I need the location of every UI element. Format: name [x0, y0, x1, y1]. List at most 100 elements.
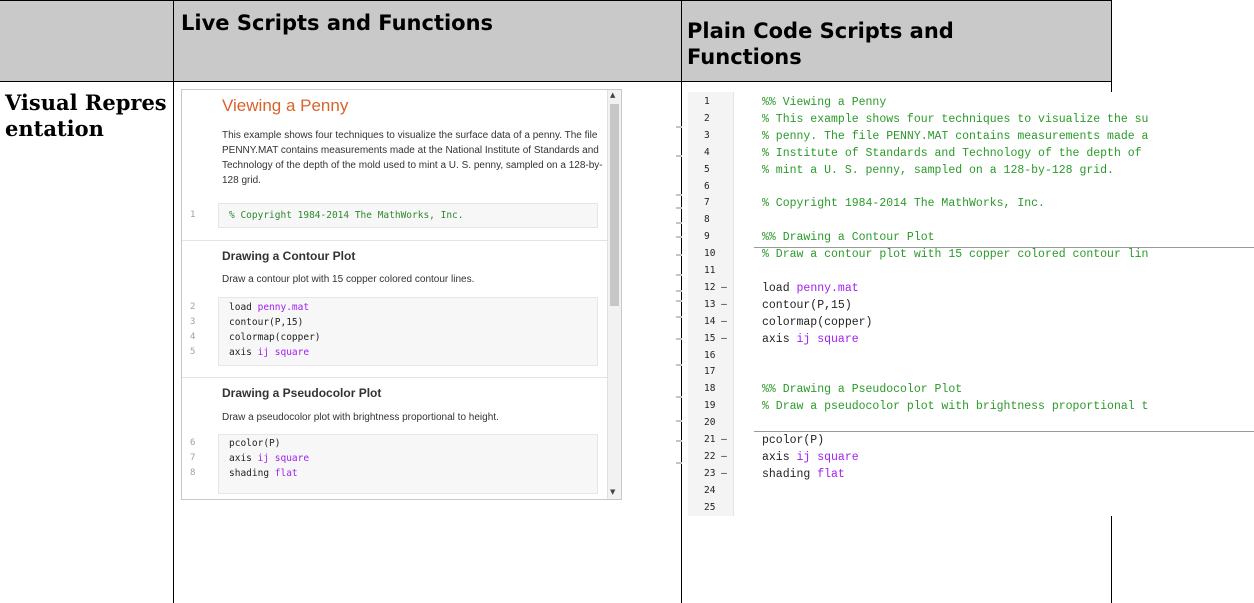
plain-line-number: 6	[704, 180, 710, 192]
scroll-up-arrow-icon[interactable]: ▲	[610, 91, 615, 99]
plain-line-number: 2	[704, 112, 710, 124]
plain-code-line[interactable]: contour(P,15)	[762, 299, 852, 312]
plain-line-number: 16	[704, 349, 716, 361]
plain-line-number: 12 –	[704, 281, 727, 293]
section-text-pseudocolor: Draw a pseudocolor plot with brightness …	[222, 412, 499, 423]
plain-line-number: 15 –	[704, 332, 727, 344]
gutter-marker	[676, 222, 682, 224]
plain-line-number: 25	[704, 501, 716, 513]
gutter-marker	[676, 254, 682, 256]
section-heading-contour: Drawing a Contour Plot	[222, 249, 356, 263]
code-keyword: ij square	[796, 450, 859, 464]
plain-code-line[interactable]: load penny.mat	[762, 282, 859, 295]
plain-line-number: 10	[704, 248, 716, 260]
live-title: Viewing a Penny	[222, 96, 349, 115]
plain-code-line[interactable]: axis ij square	[762, 451, 859, 464]
live-line-number: 8	[190, 468, 196, 478]
plain-line-number: 7	[704, 197, 710, 209]
plain-code-line[interactable]: % This example shows four techniques to …	[762, 113, 1148, 126]
live-line-number: 7	[190, 453, 196, 463]
gutter-marker	[676, 126, 682, 128]
code-keyword: penny.mat	[257, 302, 310, 313]
gutter-marker	[676, 300, 682, 302]
scroll-down-arrow-icon[interactable]: ▼	[610, 488, 615, 496]
plain-code-line[interactable]: pcolor(P)	[762, 434, 824, 447]
live-line-number: 2	[190, 302, 196, 312]
live-line-number: 1	[190, 210, 196, 220]
plain-code-line[interactable]: % Draw a pseudocolor plot with brightnes…	[762, 400, 1148, 413]
gutter-marker	[676, 364, 682, 366]
code-keyword: ij square	[257, 453, 310, 464]
plain-line-number: 23 –	[704, 467, 727, 479]
section-divider	[182, 377, 607, 378]
code-keyword: ij square	[257, 347, 310, 358]
live-code-line[interactable]: pcolor(P)	[229, 438, 280, 449]
plain-code-line[interactable]: % mint a U. S. penny, sampled on a 128-b…	[762, 164, 1114, 177]
plain-code-line[interactable]: % Copyright 1984-2014 The MathWorks, Inc…	[762, 197, 1045, 210]
plain-line-number: 24	[704, 484, 716, 496]
col-divider-3-header	[1111, 0, 1112, 81]
col-header-plain: Plain Code Scripts and Functions	[687, 19, 954, 69]
gutter-marker	[676, 338, 682, 340]
live-line-number: 3	[190, 317, 196, 327]
plain-code-line[interactable]: axis ij square	[762, 333, 859, 346]
gutter-marker	[676, 462, 682, 464]
plain-line-number: 3	[704, 129, 710, 141]
section-heading-pseudocolor: Drawing a Pseudocolor Plot	[222, 386, 382, 400]
plain-line-number: 8	[704, 214, 710, 226]
live-code-line[interactable]: colormap(copper)	[229, 332, 321, 343]
gutter-marker	[676, 194, 682, 196]
col-header-live: Live Scripts and Functions	[181, 11, 494, 35]
code-keyword: flat	[817, 467, 845, 481]
cell-separator	[754, 431, 1254, 432]
plain-code-line[interactable]: %% Viewing a Penny	[762, 96, 886, 109]
live-intro-text: This example shows four techniques to vi…	[222, 130, 603, 186]
plain-line-number: 9	[704, 231, 710, 243]
plain-line-number: 22 –	[704, 450, 727, 462]
live-line-number: 5	[190, 347, 196, 357]
live-code-line[interactable]: axis ij square	[229, 453, 309, 464]
gutter-marker	[676, 440, 682, 442]
gutter-marker	[676, 207, 682, 209]
live-code-copyright[interactable]: % Copyright 1984-2014 The MathWorks, Inc…	[229, 210, 464, 221]
live-code-line[interactable]: axis ij square	[229, 347, 309, 358]
plain-code-line[interactable]: %% Drawing a Pseudocolor Plot	[762, 383, 962, 396]
live-code-line[interactable]: load penny.mat	[229, 302, 309, 313]
plain-line-number: 1	[704, 96, 710, 107]
scrollbar-thumb[interactable]	[610, 104, 619, 306]
plain-line-number: 11	[704, 265, 716, 276]
plain-line-number: 13 –	[704, 298, 727, 310]
plain-line-number: 19	[704, 400, 716, 412]
code-keyword: penny.mat	[796, 281, 859, 295]
live-scrollbar[interactable]: ▲ ▼	[607, 90, 621, 499]
col-divider-1	[173, 0, 174, 603]
plain-code-line[interactable]: shading flat	[762, 468, 845, 481]
code-keyword: flat	[274, 468, 298, 479]
plain-code-line[interactable]: % penny. The file PENNY.MAT contains mea…	[762, 130, 1148, 143]
row-header-visual: Visual Representation	[5, 90, 167, 141]
section-text-contour: Draw a contour plot with 15 copper color…	[222, 274, 475, 285]
live-editor-panel[interactable]: Viewing a Penny This example shows four …	[181, 89, 622, 500]
plain-line-number: 5	[704, 163, 710, 175]
plain-line-number: 14 –	[704, 315, 727, 327]
gutter-marker	[676, 236, 682, 238]
plain-code-editor[interactable]: 1 %% Viewing a Penny 2 % This example shows…	[688, 92, 1254, 516]
plain-line-number: 4	[704, 146, 710, 158]
live-line-number: 6	[190, 438, 196, 448]
gutter-marker	[676, 396, 682, 398]
plain-code-line[interactable]: % Draw a contour plot with 15 copper col…	[762, 248, 1148, 261]
gutter-marker	[676, 290, 682, 292]
plain-code-line[interactable]: % Institute of Standards and Technology …	[762, 147, 1142, 160]
gutter-marker	[676, 274, 682, 276]
gutter-marker	[676, 155, 682, 157]
plain-line-number: 21 –	[704, 434, 727, 445]
plain-line-number: 18	[704, 383, 716, 395]
live-code-line[interactable]: shading flat	[229, 468, 298, 479]
table-border-top	[0, 0, 1111, 1]
code-keyword: ij square	[796, 332, 859, 346]
plain-code-line[interactable]: colormap(copper)	[762, 316, 872, 329]
live-code-line[interactable]: contour(P,15)	[229, 317, 303, 328]
gutter-marker	[676, 420, 682, 422]
header-bottom-border	[0, 81, 1111, 82]
plain-code-line[interactable]: %% Drawing a Contour Plot	[762, 231, 935, 244]
